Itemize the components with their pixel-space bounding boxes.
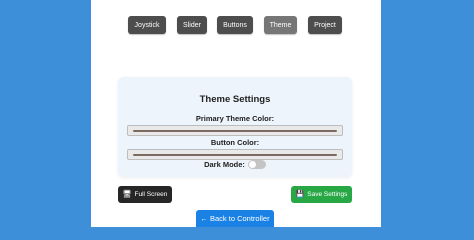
monitor-icon: 🖥 <box>122 191 132 198</box>
tab-theme[interactable]: Theme <box>264 16 297 34</box>
full-screen-label: Full Screen <box>134 191 168 198</box>
floppy-disk-icon: 💾 <box>295 191 305 198</box>
primary-color-swatch <box>133 130 337 132</box>
button-color-input[interactable] <box>127 149 343 160</box>
tab-buttons[interactable]: Buttons <box>217 16 253 34</box>
primary-color-label: Primary Theme Color: <box>195 114 275 123</box>
tab-project[interactable]: Project <box>308 16 342 34</box>
card-title: Theme Settings <box>199 94 271 105</box>
dark-mode-label: Dark Mode: <box>204 160 245 169</box>
full-screen-button[interactable]: 🖥 Full Screen <box>118 186 172 203</box>
tab-slider[interactable]: Slider <box>177 16 207 34</box>
tab-joystick[interactable]: Joystick <box>128 16 166 34</box>
save-settings-button[interactable]: 💾 Save Settings <box>291 186 352 203</box>
back-to-controller-button[interactable]: ← Back to Controller <box>196 210 274 227</box>
button-color-label: Button Color: <box>210 138 260 147</box>
button-color-swatch <box>133 154 337 156</box>
dark-mode-row: Dark Mode: <box>118 160 352 169</box>
primary-color-input[interactable] <box>127 125 343 136</box>
dark-mode-toggle[interactable] <box>247 160 266 169</box>
toggle-knob <box>248 161 256 168</box>
theme-settings-card: Theme Settings Primary Theme Color: Butt… <box>118 77 352 177</box>
save-settings-label: Save Settings <box>307 191 348 198</box>
